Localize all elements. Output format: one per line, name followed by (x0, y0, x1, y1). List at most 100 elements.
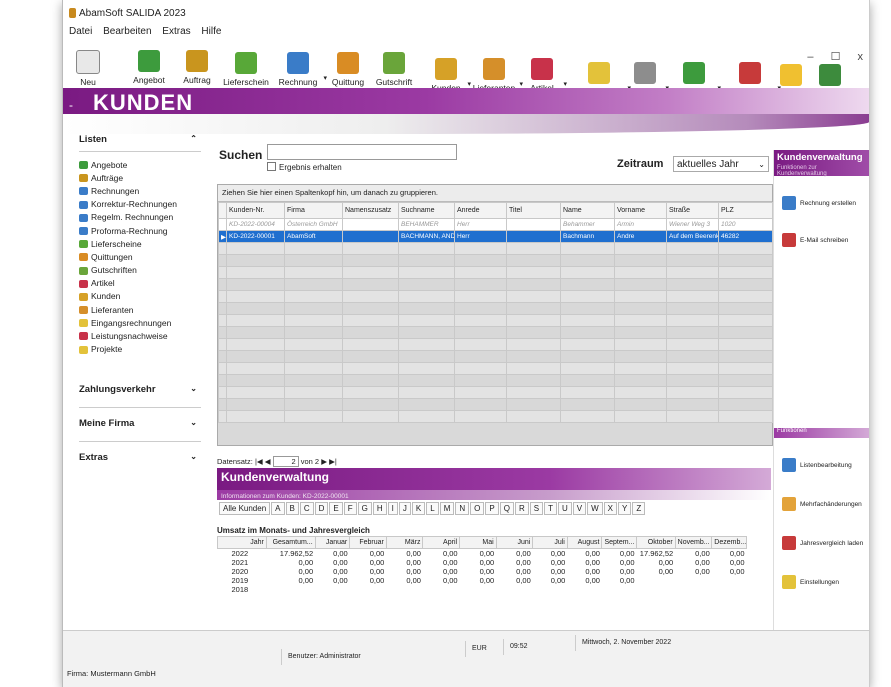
letter-filter-i[interactable]: I (387, 502, 398, 515)
filter-cell[interactable]: Behammer (560, 218, 615, 231)
sidebar-item-regelm-rechnungen[interactable]: Regelm. Rechnungen (73, 211, 207, 224)
action-mehrfachänderungen[interactable]: Mehrfachänderungen (774, 497, 869, 511)
filter-row[interactable]: KD-2022-00004 Österreich GmbH BEHAMMER Herr… (218, 218, 773, 231)
chevron-down-icon[interactable]: ⌄ (190, 384, 197, 393)
sidebar-item-eingangsrechnungen[interactable]: Eingangsrechnungen (73, 316, 207, 329)
action-listenbearbeitung[interactable]: Listenbearbeitung (774, 458, 869, 472)
column-header[interactable]: Firma (284, 202, 343, 219)
umsatz-row[interactable]: 2019 0,00 0,00 0,00 0,00 0,00 0,00 0,00 0,00 0,00… (218, 576, 747, 585)
letter-filter-b[interactable]: B (285, 502, 299, 515)
column-header[interactable]: Vorname (614, 202, 667, 219)
filter-cell[interactable]: Österreich GmbH (284, 218, 343, 231)
letter-filter-v[interactable]: V (572, 502, 587, 515)
first-record-button[interactable]: |◀ (255, 457, 263, 466)
sidebar-item-rechnungen[interactable]: Rechnungen (73, 184, 207, 197)
sidebar-section-listen[interactable]: Listen ⌃ (73, 130, 207, 149)
sidebar-section-extras[interactable]: Extras ⌄ (73, 448, 207, 467)
table-cell[interactable] (506, 230, 561, 243)
action-jahresvergleich-laden[interactable]: Jahresvergleich laden (774, 536, 869, 550)
filter-cell[interactable]: Herr (454, 218, 507, 231)
letter-filter-h[interactable]: H (372, 502, 387, 515)
filter-cell[interactable]: KD-2022-00004 (226, 218, 285, 231)
menu-bearbeiten[interactable]: Bearbeiten (103, 26, 151, 37)
letter-filter-x[interactable]: X (603, 502, 617, 515)
letter-filter-d[interactable]: D (314, 502, 329, 515)
umsatz-column-header[interactable]: Mai (459, 536, 497, 549)
umsatz-column-header[interactable]: Februar (349, 536, 387, 549)
toolbar-button-lieferschein[interactable]: Lieferschein (223, 52, 269, 87)
table-cell[interactable]: BACHMANN, AND... (398, 230, 455, 243)
filter-cell[interactable]: Armin (614, 218, 667, 231)
collapse-dash[interactable]: - (69, 98, 73, 112)
sidebar-item-lieferscheine[interactable]: Lieferscheine (73, 237, 207, 250)
umsatz-column-header[interactable]: April (422, 536, 461, 549)
umsatz-column-header[interactable]: Dezemb... (711, 536, 747, 549)
column-header[interactable]: Anrede (454, 202, 507, 219)
filter-cell[interactable] (506, 218, 561, 231)
filter-cell[interactable] (218, 218, 227, 231)
umsatz-column-header[interactable]: März (385, 536, 424, 549)
column-header[interactable]: PLZ (718, 202, 773, 219)
umsatz-column-header[interactable]: Jahr (217, 536, 267, 549)
chevron-up-icon[interactable]: ⌃ (190, 134, 197, 143)
letter-filter-t[interactable]: T (544, 502, 557, 515)
sidebar-item-projekte[interactable]: Projekte (73, 343, 207, 356)
zeitraum-select[interactable]: aktuelles Jahr ⌄ (673, 156, 769, 172)
letter-filter-o[interactable]: O (470, 502, 485, 515)
letter-filter-alle-kunden[interactable]: Alle Kunden (219, 502, 271, 515)
next-record-button[interactable]: ▶ (321, 457, 327, 466)
sidebar-item-kunden[interactable]: Kunden (73, 290, 207, 303)
sidebar-item-proforma-rechnung[interactable]: Proforma-Rechnung (73, 224, 207, 237)
action-e-mail-schreiben[interactable]: E-Mail schreiben (774, 233, 869, 247)
umsatz-column-header[interactable]: Oktober (636, 536, 676, 549)
page-input[interactable]: 2 (272, 456, 299, 467)
umsatz-row[interactable]: 2020 0,00 0,00 0,00 0,00 0,00 0,00 0,00 0,00 0,00… (218, 567, 747, 576)
toolbar-button-rechnung[interactable]: Rechnung ▾ (275, 52, 327, 87)
toolbar-button-neu[interactable]: Neu (73, 50, 103, 87)
toolbar-button-auftrag[interactable]: Auftrag (177, 50, 217, 85)
umsatz-row[interactable]: 2022 17.962,52 0,00 0,00 0,00 0,00 0,00 0,00 0,0… (218, 549, 747, 558)
column-header[interactable]: Namenszusatz (342, 202, 399, 219)
column-header[interactable]: Kunden-Nr. (226, 202, 285, 219)
table-cell[interactable]: AbamSoft (284, 230, 343, 243)
action-rechnung-erstellen[interactable]: Rechnung erstellen (774, 196, 869, 210)
umsatz-column-header[interactable]: Gesamtum... (265, 536, 316, 549)
letter-filter-m[interactable]: M (439, 502, 455, 515)
umsatz-column-header[interactable]: Juni (495, 536, 534, 549)
action-einstellungen[interactable]: Einstellungen (774, 575, 869, 589)
checkbox-box[interactable] (267, 162, 276, 171)
letter-filter-l[interactable]: L (426, 502, 439, 515)
letter-filter-u[interactable]: U (557, 502, 572, 515)
sidebar-item-lieferanten[interactable]: Lieferanten (73, 303, 207, 316)
umsatz-column-header[interactable]: Septem... (601, 536, 638, 549)
letter-filter-z[interactable]: Z (632, 502, 646, 515)
sidebar-item-angebote[interactable]: Angebote (73, 158, 207, 171)
letter-filter-w[interactable]: W (587, 502, 603, 515)
chevron-down-icon[interactable]: ⌄ (190, 418, 197, 427)
letter-filter-j[interactable]: J (398, 502, 411, 515)
filter-cell[interactable]: Wiener Weg 3 (666, 218, 719, 231)
letter-filter-a[interactable]: A (271, 502, 285, 515)
umsatz-column-header[interactable]: Januar (314, 536, 351, 549)
filter-cell[interactable] (342, 218, 399, 231)
prev-record-button[interactable]: ◀ (265, 457, 271, 466)
sidebar-section-meine-firma[interactable]: Meine Firma ⌄ (73, 414, 207, 433)
letter-filter-s[interactable]: S (529, 502, 544, 515)
table-row[interactable]: ▶KD-2022-00001AbamSoft BACHMANN, AND...He… (218, 230, 773, 243)
sidebar-section-zahlungsverkehr[interactable]: Zahlungsverkehr ⌄ (73, 380, 207, 399)
letter-filter-r[interactable]: R (514, 502, 529, 515)
toolbar-button-angebot[interactable]: Angebot (127, 50, 171, 85)
filter-cell[interactable]: BEHAMMER (398, 218, 455, 231)
column-header[interactable]: Titel (506, 202, 561, 219)
column-header[interactable]: Name (560, 202, 615, 219)
table-cell[interactable]: 46282 (718, 230, 773, 243)
umsatz-column-header[interactable]: August (566, 536, 603, 549)
table-cell[interactable]: Andre (614, 230, 667, 243)
letter-filter-n[interactable]: N (455, 502, 470, 515)
search-input[interactable] (267, 144, 457, 160)
last-record-button[interactable]: ▶| (329, 457, 337, 466)
umsatz-column-header[interactable]: Juli (532, 536, 568, 549)
column-header[interactable] (218, 202, 227, 219)
chevron-down-icon[interactable]: ⌄ (758, 157, 765, 172)
dropdown-arrow-icon[interactable]: ▾ (323, 74, 327, 82)
